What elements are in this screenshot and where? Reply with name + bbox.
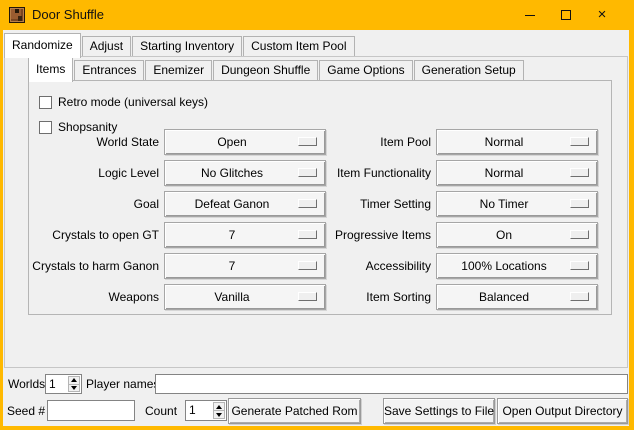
titlebar: Door Shuffle ×	[0, 0, 634, 30]
dropdown-progressive-items[interactable]: On	[436, 222, 598, 248]
close-icon: ×	[584, 0, 620, 29]
open-output-button[interactable]: Open Output Directory	[497, 398, 628, 424]
door-icon	[9, 7, 25, 23]
minimize-button[interactable]	[512, 0, 548, 30]
arrow-down-icon	[71, 386, 77, 390]
crystals-harm-ganon-label: Crystals to harm Ganon	[29, 253, 159, 279]
client-area: Randomize Adjust Starting Inventory Cust…	[3, 30, 629, 426]
accessibility-label: Accessibility	[269, 253, 431, 279]
dropdown-indicator-icon	[570, 230, 589, 239]
item-sorting-value: Balanced	[441, 285, 567, 309]
checkbox-retro-mode[interactable]	[39, 96, 52, 109]
arrow-up-icon	[216, 405, 222, 409]
tab-items[interactable]: Items	[28, 57, 73, 82]
dropdown-item-pool[interactable]: Normal	[436, 129, 598, 155]
items-panel: Retro mode (universal keys) Shopsanity W…	[28, 80, 612, 315]
worlds-spin-down-button[interactable]	[68, 384, 80, 393]
dropdown-item-sorting[interactable]: Balanced	[436, 284, 598, 310]
arrow-up-icon	[71, 378, 77, 382]
dropdown-indicator-icon	[570, 261, 589, 270]
close-button[interactable]: ×	[584, 0, 620, 30]
dropdown-timer-setting[interactable]: No Timer	[436, 191, 598, 217]
item-pool-label: Item Pool	[269, 129, 431, 155]
dropdown-item-functionality[interactable]: Normal	[436, 160, 598, 186]
crystals-open-gt-label: Crystals to open GT	[29, 222, 159, 248]
worlds-value: 1	[49, 375, 56, 393]
tab-game-options[interactable]: Game Options	[319, 60, 412, 80]
item-pool-value: Normal	[441, 130, 567, 154]
retro-mode-label: Retro mode (universal keys)	[58, 95, 208, 109]
timer-setting-value: No Timer	[441, 192, 567, 216]
dropdown-indicator-icon	[570, 199, 589, 208]
world-state-label: World State	[29, 129, 159, 155]
save-settings-button[interactable]: Save Settings to File	[383, 398, 495, 424]
count-spinbox[interactable]: 1	[185, 400, 227, 421]
player-names-label: Player names	[86, 374, 159, 394]
tab-custom-item-pool[interactable]: Custom Item Pool	[243, 36, 354, 56]
maximize-icon	[561, 10, 571, 20]
goal-label: Goal	[29, 191, 159, 217]
inner-tab-bar: Items Entrances Enemizer Dungeon Shuffle…	[28, 58, 525, 80]
logic-level-label: Logic Level	[29, 160, 159, 186]
tab-starting-inventory[interactable]: Starting Inventory	[132, 36, 242, 56]
window-title: Door Shuffle	[32, 0, 104, 30]
dropdown-accessibility[interactable]: 100% Locations	[436, 253, 598, 279]
dropdown-indicator-icon	[570, 292, 589, 301]
count-label: Count	[145, 401, 177, 421]
arrow-down-icon	[216, 413, 222, 417]
progressive-items-label: Progressive Items	[269, 222, 431, 248]
dropdown-indicator-icon	[570, 137, 589, 146]
item-functionality-value: Normal	[441, 161, 567, 185]
count-value: 1	[189, 401, 196, 420]
accessibility-value: 100% Locations	[441, 254, 567, 278]
count-spin-down-button[interactable]	[213, 410, 225, 419]
tab-entrances[interactable]: Entrances	[74, 60, 144, 80]
worlds-spinbox[interactable]: 1	[45, 374, 82, 394]
seed-label: Seed #	[7, 401, 45, 421]
window-door-shuffle: Door Shuffle × Randomize Adjust Starting…	[0, 0, 634, 430]
item-sorting-label: Item Sorting	[269, 284, 431, 310]
worlds-label: Worlds	[8, 374, 45, 394]
minimize-icon	[525, 15, 535, 16]
dropdown-indicator-icon	[570, 168, 589, 177]
tab-adjust[interactable]: Adjust	[82, 36, 131, 56]
outer-tab-bar: Randomize Adjust Starting Inventory Cust…	[4, 33, 356, 56]
tab-randomize[interactable]: Randomize	[4, 33, 81, 58]
tab-enemizer[interactable]: Enemizer	[145, 60, 212, 80]
tab-dungeon-shuffle[interactable]: Dungeon Shuffle	[213, 60, 318, 80]
progressive-items-value: On	[441, 223, 567, 247]
retro-mode-row: Retro mode (universal keys)	[39, 95, 208, 109]
player-names-input[interactable]	[155, 374, 628, 394]
tab-generation-setup[interactable]: Generation Setup	[414, 60, 524, 80]
generate-rom-button[interactable]: Generate Patched Rom	[228, 398, 361, 424]
timer-setting-label: Timer Setting	[269, 191, 431, 217]
seed-input[interactable]	[47, 400, 135, 421]
weapons-label: Weapons	[29, 284, 159, 310]
item-functionality-label: Item Functionality	[269, 160, 431, 186]
maximize-button[interactable]	[548, 0, 584, 30]
